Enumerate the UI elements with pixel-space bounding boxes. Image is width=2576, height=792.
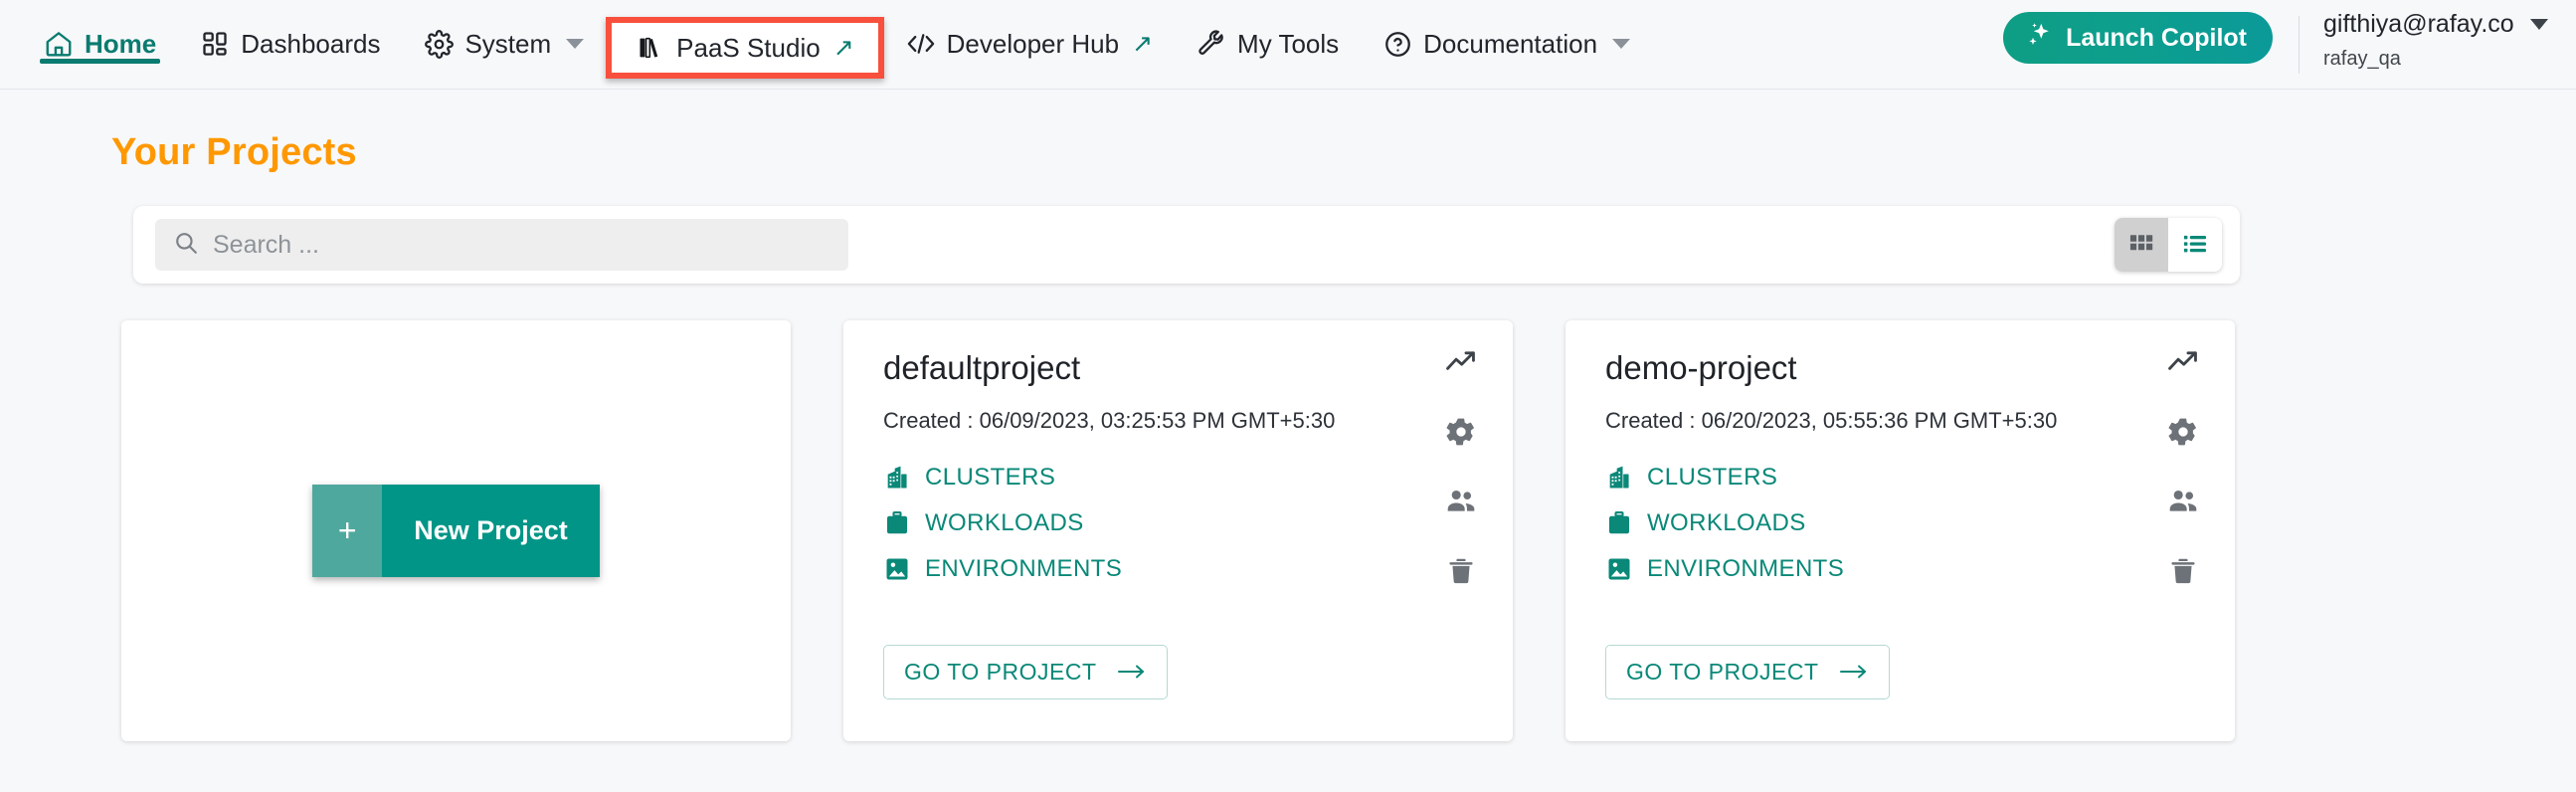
image-icon — [1605, 555, 1633, 583]
project-card-actions — [1443, 344, 1479, 589]
user-email-row[interactable]: gifthiya@rafay.co — [2323, 10, 2552, 39]
home-icon — [44, 29, 74, 59]
project-link-label: CLUSTERS — [1647, 464, 1778, 491]
chevron-down-icon — [2529, 19, 2548, 30]
user-organization: rafay_qa — [2323, 48, 2401, 70]
page-title: Your Projects — [111, 131, 357, 173]
chevron-down-icon — [566, 39, 585, 49]
nav-divider — [2299, 16, 2300, 74]
sparkle-icon — [2025, 20, 2055, 57]
nav-item-label: PaaS Studio — [676, 32, 821, 63]
nav-item-paas-studio[interactable]: PaaS Studio ↗ — [606, 17, 884, 79]
go-to-project-label: GO TO PROJECT — [1626, 659, 1819, 685]
nav-items: Home Dashboards System PaaS Studio ↗ Dev… — [22, 0, 1652, 88]
code-icon — [906, 29, 936, 59]
gear-icon[interactable] — [1443, 414, 1479, 450]
grid-view-button[interactable] — [2115, 218, 2168, 272]
nav-item-system[interactable]: System — [402, 0, 606, 88]
project-created: Created : 06/20/2023, 05:55:36 PM GMT+5:… — [1605, 408, 2058, 433]
project-card-actions — [2165, 344, 2201, 589]
nav-item-label: My Tools — [1237, 28, 1340, 59]
image-icon — [883, 555, 911, 583]
nav-item-dashboards[interactable]: Dashboards — [178, 0, 402, 88]
external-link-icon: ↗ — [832, 33, 854, 62]
new-project-button[interactable]: + New Project — [312, 485, 600, 577]
active-tab-indicator — [40, 59, 161, 64]
go-to-project-button[interactable]: GO TO PROJECT — [1605, 645, 1890, 699]
nav-item-documentation[interactable]: Documentation — [1361, 0, 1652, 88]
trending-up-icon[interactable] — [2165, 344, 2201, 380]
nav-item-label: Documentation — [1423, 28, 1598, 59]
project-link-label: WORKLOADS — [1647, 509, 1806, 536]
arrow-right-icon — [1117, 659, 1147, 686]
projects-toolbar — [133, 206, 2240, 284]
top-navigation-bar: Home Dashboards System PaaS Studio ↗ Dev… — [0, 0, 2576, 90]
project-card: demo-project Created : 06/20/2023, 05:55… — [1565, 320, 2235, 741]
project-link-workloads[interactable]: WORKLOADS — [883, 509, 1122, 537]
user-email: gifthiya@rafay.co — [2323, 10, 2514, 38]
project-link-label: ENVIRONMENTS — [925, 555, 1123, 582]
project-link-workloads[interactable]: WORKLOADS — [1605, 509, 1844, 537]
gear-icon[interactable] — [2165, 414, 2201, 450]
project-link-label: WORKLOADS — [925, 509, 1084, 536]
building-icon — [883, 464, 911, 492]
launch-copilot-label: Launch Copilot — [2066, 23, 2247, 52]
project-name: demo-project — [1605, 349, 1797, 386]
go-to-project-button[interactable]: GO TO PROJECT — [883, 645, 1168, 699]
dashboards-icon — [200, 29, 230, 59]
nav-item-developer-hub[interactable]: Developer Hub ↗ — [884, 0, 1175, 88]
trash-icon[interactable] — [2165, 553, 2201, 589]
briefcase-icon — [883, 509, 911, 537]
launch-copilot-button[interactable]: Launch Copilot — [2003, 12, 2273, 64]
search-icon — [173, 230, 199, 261]
nav-item-label: Dashboards — [241, 28, 381, 59]
projects-grid: + New Project defaultproject Created : 0… — [121, 320, 2576, 741]
list-icon — [2181, 230, 2209, 261]
nav-right-section: Launch Copilot gifthiya@rafay.co rafay_q… — [2003, 0, 2552, 88]
gear-icon — [424, 29, 454, 59]
project-link-label: ENVIRONMENTS — [1647, 555, 1845, 582]
plus-icon: + — [312, 485, 383, 577]
nav-item-label: System — [464, 28, 552, 59]
trash-icon[interactable] — [1443, 553, 1479, 589]
trending-up-icon[interactable] — [1443, 344, 1479, 380]
arrow-right-icon — [1839, 659, 1869, 686]
project-links: CLUSTERS WORKLOADS ENVIRONMENTS — [883, 464, 1122, 583]
project-link-environments[interactable]: ENVIRONMENTS — [1605, 555, 1844, 583]
new-project-label: New Project — [382, 485, 600, 577]
users-icon[interactable] — [1443, 484, 1479, 519]
users-icon[interactable] — [2165, 484, 2201, 519]
project-link-label: CLUSTERS — [925, 464, 1056, 491]
project-links: CLUSTERS WORKLOADS ENVIRONMENTS — [1605, 464, 1844, 583]
wrench-icon — [1196, 29, 1226, 59]
project-created: Created : 06/09/2023, 03:25:53 PM GMT+5:… — [883, 408, 1336, 433]
building-icon — [1605, 464, 1633, 492]
books-icon — [636, 33, 665, 63]
go-to-project-label: GO TO PROJECT — [904, 659, 1097, 685]
project-card: defaultproject Created : 06/09/2023, 03:… — [843, 320, 1513, 741]
project-link-environments[interactable]: ENVIRONMENTS — [883, 555, 1122, 583]
external-link-icon: ↗ — [1132, 29, 1154, 58]
nav-item-label: Developer Hub — [946, 28, 1120, 59]
project-link-clusters[interactable]: CLUSTERS — [1605, 464, 1844, 492]
chevron-down-icon — [1612, 39, 1631, 49]
project-name: defaultproject — [883, 349, 1081, 386]
list-view-button[interactable] — [2168, 218, 2222, 272]
new-project-card: + New Project — [121, 320, 791, 741]
nav-item-my-tools[interactable]: My Tools — [1175, 0, 1361, 88]
view-toggle-group — [2115, 218, 2222, 272]
briefcase-icon — [1605, 509, 1633, 537]
search-input[interactable] — [213, 230, 830, 260]
main-content: Your Projects Search ... + New Project d… — [0, 131, 2576, 741]
search-box[interactable] — [155, 219, 848, 271]
help-circle-icon — [1382, 29, 1412, 59]
project-link-clusters[interactable]: CLUSTERS — [883, 464, 1122, 492]
grid-icon — [2127, 230, 2155, 261]
nav-item-home[interactable]: Home — [22, 0, 178, 88]
nav-item-label: Home — [85, 28, 157, 59]
user-menu[interactable]: gifthiya@rafay.co rafay_qa — [2323, 0, 2552, 71]
